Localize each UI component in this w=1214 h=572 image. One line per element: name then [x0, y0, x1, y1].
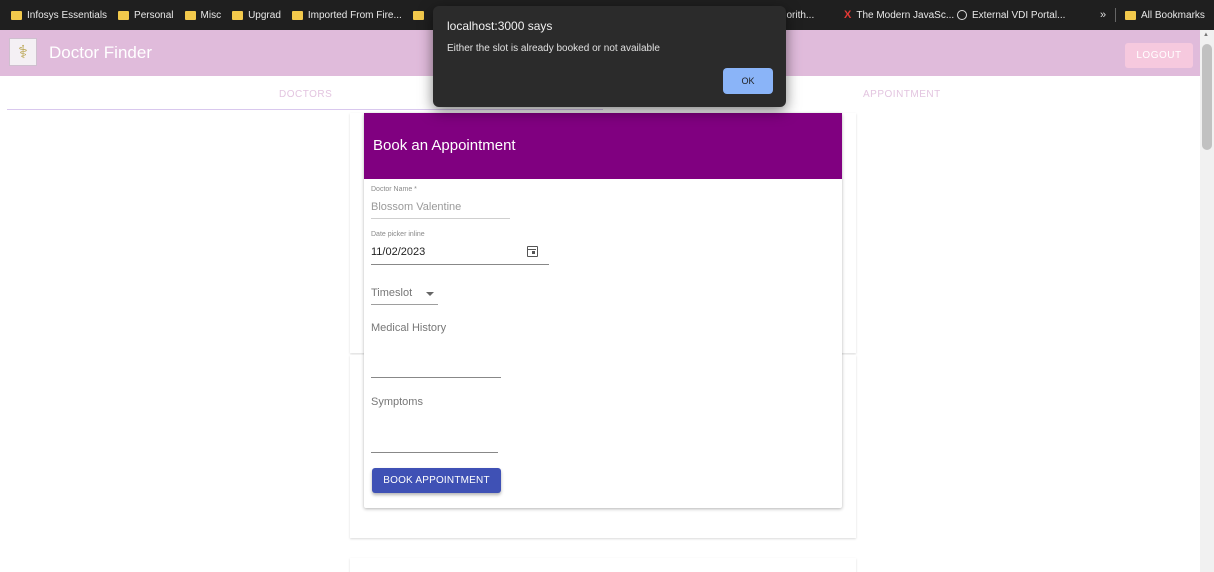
- scroll-thumb[interactable]: [1202, 44, 1212, 150]
- bookmark-misc[interactable]: Misc: [184, 9, 222, 21]
- chevron-double-right-icon: »: [1100, 9, 1107, 21]
- bookmark-label: External VDI Portal...: [972, 9, 1066, 21]
- x-icon: X: [844, 9, 852, 21]
- folder-icon: [412, 10, 424, 20]
- modal-title: Book an Appointment: [373, 137, 516, 154]
- bookmark-label: Personal: [134, 9, 174, 21]
- caduceus-logo-icon: ⚕: [9, 38, 37, 66]
- calendar-icon[interactable]: [527, 246, 538, 257]
- bookmarks-overflow-button[interactable]: »: [1100, 0, 1106, 30]
- folder-icon: [291, 10, 303, 20]
- date-underline: [371, 264, 549, 265]
- scroll-up-arrow-icon[interactable]: ▲: [1203, 32, 1209, 38]
- bookmark-personal[interactable]: Personal: [118, 9, 174, 21]
- bookmarks-separator: [1115, 0, 1116, 30]
- bookmark-label: The Modern JavaSc...: [856, 9, 955, 21]
- alert-message: Either the slot is already booked or not…: [447, 43, 660, 54]
- doctor-card: [350, 558, 856, 572]
- alert-title: localhost:3000 says: [447, 19, 553, 33]
- app-title: Doctor Finder: [49, 43, 152, 62]
- globe-icon: [957, 10, 967, 20]
- tab-doctors[interactable]: DOCTORS: [279, 89, 332, 100]
- all-bookmarks-button[interactable]: All Bookmarks: [1125, 0, 1205, 30]
- doctor-name-underline: [371, 218, 510, 219]
- medical-history-underline: [371, 377, 501, 378]
- bookmark-partial-folder[interactable]: [412, 10, 424, 20]
- page-scrollbar[interactable]: ▲: [1200, 30, 1214, 572]
- alert-ok-button[interactable]: OK: [723, 68, 773, 94]
- bookmark-label: Imported From Fire...: [307, 9, 402, 21]
- folder-icon: [1125, 10, 1136, 20]
- folder-icon: [184, 10, 196, 20]
- all-bookmarks-label: All Bookmarks: [1141, 9, 1205, 21]
- doctor-name-label: Doctor Name *: [371, 186, 417, 193]
- medical-history-field[interactable]: Medical History: [371, 322, 446, 334]
- logout-button[interactable]: LOGOUT: [1125, 43, 1193, 68]
- timeslot-select[interactable]: Timeslot: [371, 287, 412, 299]
- book-appointment-button[interactable]: BOOK APPOINTMENT: [372, 468, 501, 493]
- doctor-name-field: Blossom Valentine: [371, 201, 462, 213]
- tab-appointment[interactable]: APPOINTMENT: [863, 89, 941, 100]
- folder-icon: [11, 10, 22, 20]
- bookmark-label: Upgrad: [248, 9, 281, 21]
- date-label: Date picker inline: [371, 231, 425, 238]
- chevron-down-icon[interactable]: [426, 292, 434, 296]
- date-field[interactable]: 11/02/2023: [371, 246, 425, 258]
- book-appointment-modal: Book an Appointment Doctor Name * Blosso…: [364, 113, 842, 508]
- modal-header: Book an Appointment: [364, 113, 842, 179]
- symptoms-field[interactable]: Symptoms: [371, 396, 423, 408]
- folder-icon: [232, 10, 244, 20]
- bookmark-label: Misc: [200, 9, 222, 21]
- timeslot-underline: [371, 304, 438, 305]
- tab-indicator: [7, 109, 603, 110]
- bookmark-infosys-essentials[interactable]: Infosys Essentials: [11, 10, 107, 21]
- alert-dialog: localhost:3000 says Either the slot is a…: [433, 6, 786, 107]
- bookmark-imported-from-firefox[interactable]: Imported From Fire...: [291, 9, 402, 21]
- folder-icon: [118, 10, 130, 20]
- bookmark-external-vdi-portal[interactable]: External VDI Portal...: [957, 0, 1065, 30]
- bookmark-modern-javascript[interactable]: X The Modern JavaSc...: [844, 0, 954, 30]
- bookmark-upgrad[interactable]: Upgrad: [232, 10, 281, 21]
- symptoms-underline: [371, 452, 498, 453]
- bookmark-label: Infosys Essentials: [27, 9, 108, 21]
